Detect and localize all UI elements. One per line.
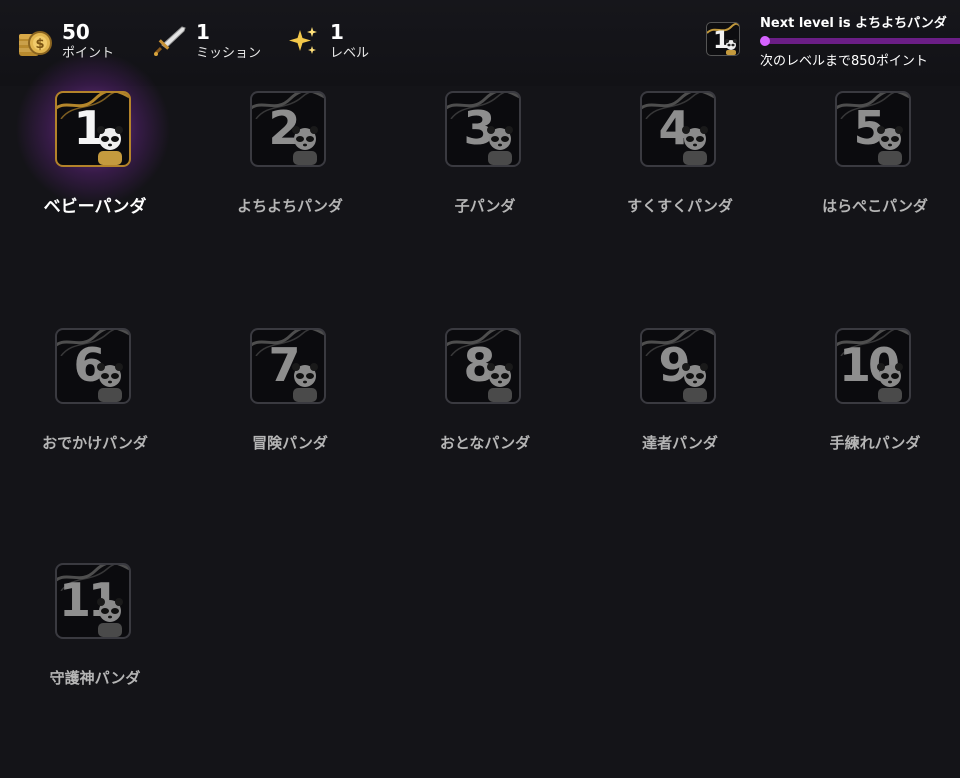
level-icon: 2: [250, 91, 326, 167]
level-name: ベビーパンダ: [43, 197, 147, 217]
level-badge: 8: [445, 328, 521, 404]
panda-icon: [877, 363, 903, 402]
level-name: よちよちパンダ: [237, 197, 343, 215]
level-badge: 11: [55, 563, 131, 639]
level-icon: 5: [835, 91, 911, 167]
missions-label: ミッション: [196, 46, 262, 61]
level-icon: 4: [640, 91, 716, 167]
level-tile[interactable]: 1 ベビーパンダ: [0, 51, 195, 306]
level-name: おでかけパンダ: [42, 434, 148, 452]
level-progress-bar: [760, 38, 960, 44]
sparkles-icon: [289, 27, 317, 54]
level-tile[interactable]: 5 はらぺこパンダ: [780, 86, 960, 306]
level-icon: 9: [640, 328, 716, 404]
level-tile[interactable]: 4 すくすくパンダ: [585, 86, 780, 306]
level-badge: 2: [250, 91, 326, 167]
next-level-panel: 1 Next level is よちよちパンダ 次のレベルまで850ポイント: [706, 16, 960, 76]
missions-value: 1: [196, 20, 210, 44]
level-icon: 3: [445, 91, 521, 167]
points-value: 50: [62, 20, 90, 44]
panda-icon: [877, 126, 903, 165]
svg-text:$: $: [35, 37, 44, 52]
level-icon: 8: [445, 328, 521, 404]
level-value: 1: [330, 20, 344, 44]
panda-icon: [725, 39, 737, 55]
next-level-title: Next level is よちよちパンダ: [760, 16, 947, 31]
level-icon: 1: [55, 91, 131, 167]
level-name: すくすくパンダ: [627, 197, 733, 215]
level-icon: 11: [55, 563, 131, 639]
level-badge: 1: [15, 51, 171, 207]
level-tile[interactable]: 2 よちよちパンダ: [195, 86, 390, 306]
points-to-next-level: 次のレベルまで850ポイント: [760, 54, 928, 69]
level-badge: 9: [640, 328, 716, 404]
panda-icon: [97, 126, 123, 165]
level-icon: 10: [835, 328, 911, 404]
level-label: レベル: [330, 46, 370, 61]
level-badge: 6: [55, 328, 131, 404]
level-badge: 10: [835, 328, 911, 404]
panda-icon: [682, 126, 708, 165]
level-grid: 1 ベビーパンダ 2 よちよちパンダ 3 子パンダ 4 すくすくパンダ 5 はらぺこパンダ 6 おでか…: [0, 51, 960, 714]
level-name: 子パンダ: [454, 197, 516, 215]
level-badge: 5: [835, 91, 911, 167]
level-name: はらぺこパンダ: [822, 197, 928, 215]
level-tile[interactable]: 9 達者パンダ: [585, 323, 780, 543]
panda-icon: [487, 126, 513, 165]
level-name: 手練れパンダ: [829, 434, 921, 452]
current-level-badge: 1: [706, 22, 740, 56]
panda-icon: [97, 598, 123, 637]
panda-icon: [292, 363, 318, 402]
level-tile[interactable]: 7 冒険パンダ: [195, 323, 390, 543]
level-name: おとなパンダ: [439, 434, 531, 452]
level-icon: 7: [250, 328, 326, 404]
panda-icon: [292, 126, 318, 165]
coin-stack-icon: $: [19, 31, 52, 56]
level-tile[interactable]: 10 手練れパンダ: [780, 323, 960, 543]
level-tile[interactable]: 8 おとなパンダ: [390, 323, 585, 543]
panda-icon: [487, 363, 513, 402]
panda-icon: [97, 363, 123, 402]
level-progress-knob: [760, 36, 770, 46]
level-name: 冒険パンダ: [252, 434, 328, 452]
level-icon: 6: [55, 328, 131, 404]
level-tile[interactable]: 3 子パンダ: [390, 86, 585, 306]
level-name: 守護神パンダ: [49, 669, 141, 687]
level-name: 達者パンダ: [642, 434, 718, 452]
sword-icon: [154, 26, 186, 56]
level-badge: 7: [250, 328, 326, 404]
level-tile[interactable]: 11 守護神パンダ: [0, 558, 195, 778]
level-badge: 4: [640, 91, 716, 167]
panda-icon: [682, 363, 708, 402]
level-badge: 3: [445, 91, 521, 167]
level-tile[interactable]: 6 おでかけパンダ: [0, 323, 195, 543]
